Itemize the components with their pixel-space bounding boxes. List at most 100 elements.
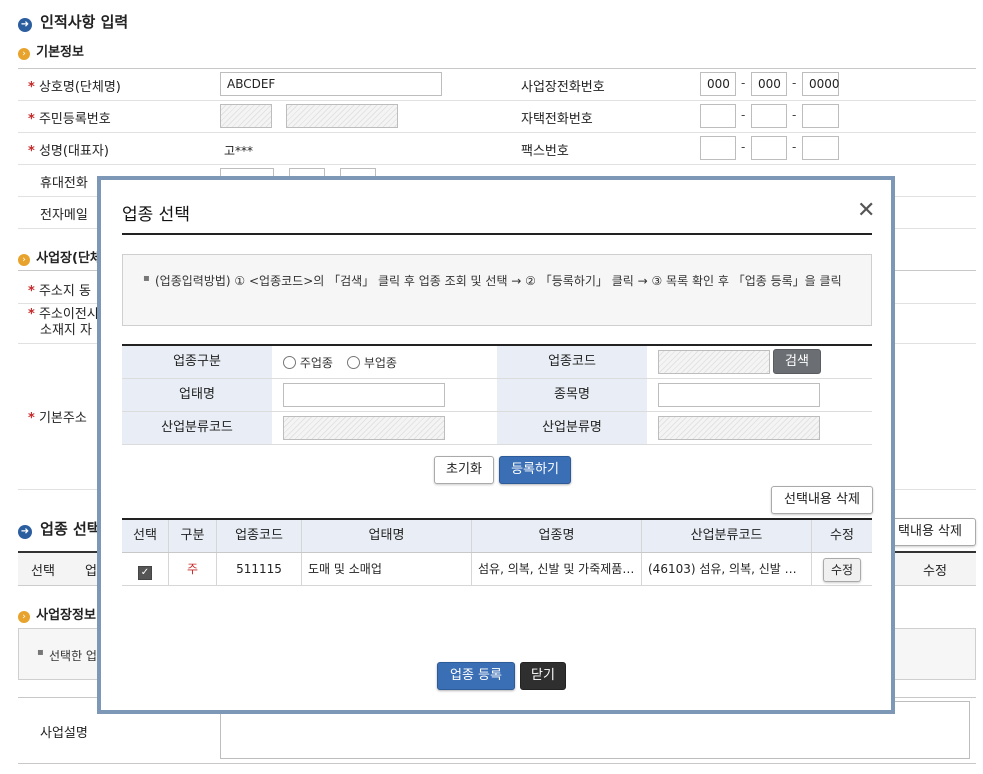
biz-phone-label: 사업장전화번호 — [521, 80, 605, 95]
home-phone-2-input[interactable] — [751, 104, 787, 128]
radio-main-option[interactable]: 주업종 — [283, 354, 333, 371]
page-header: ➜ 인적사항 입력 — [18, 11, 128, 32]
home-phone-label: 자택전화번호 — [521, 112, 593, 127]
item-label: 종목명 — [497, 379, 647, 411]
label-text: 주소이전시 — [38, 307, 99, 322]
submit-industry-button[interactable]: 업종 등록 — [437, 662, 515, 690]
home-phone-3-input[interactable] — [802, 104, 839, 128]
bullet-dot-icon: › — [18, 611, 30, 623]
biz-phone-3-input[interactable]: 0000 — [802, 72, 840, 96]
item-input[interactable] — [658, 383, 820, 407]
radio-main-label: 주업종 — [299, 356, 333, 370]
radio-icon[interactable] — [347, 356, 360, 369]
notice-bullet: ▪ — [37, 647, 44, 658]
basic-info-header: › 기본정보 — [18, 41, 84, 60]
name-label: * 성명(대표자) — [28, 144, 109, 159]
label-text: 주민등록번호 — [38, 112, 111, 127]
home-phone-1-input[interactable] — [700, 104, 736, 128]
form-row: 산업분류코드 산업분류명 — [122, 412, 872, 445]
industry-code-input[interactable] — [658, 350, 770, 374]
industry-select-modal: 업종 선택 ✕ ▪ (업종입력방법) ① <업종코드>의 「검색」 클릭 후 업… — [97, 176, 895, 714]
resident-no-back-input[interactable] — [286, 104, 398, 128]
industry-section-header: ➜ 업종 선택 — [18, 518, 101, 539]
table-row: ✓ 주 511115 도매 및 소매업 섬유, 의복, 신발 및 가죽제품 도매… — [122, 553, 872, 586]
industry-section-title: 업종 선택 — [40, 520, 101, 538]
grid-header-cell: 수정 — [830, 528, 854, 543]
biz-type-input[interactable] — [283, 383, 445, 407]
arrow-circle-icon: ➜ — [18, 18, 32, 32]
biz-info-title: 사업장정보 — [36, 608, 96, 623]
grid-header-cell: 산업분류코드 — [642, 520, 812, 552]
label-text: 기본주소 — [38, 411, 87, 426]
basic-info-title: 기본정보 — [36, 45, 84, 60]
checkbox-checked-icon[interactable]: ✓ — [138, 566, 152, 580]
biz-type-label: 업태명 — [122, 379, 272, 411]
grid-header: 선택 구분 업종코드 업태명 업종명 산업분류코드 수정 — [122, 520, 872, 553]
grid-header-partial: 업 — [85, 564, 97, 579]
row-edit-cell: 수정 — [812, 553, 872, 585]
label-text: 성명(대표자) — [38, 144, 109, 159]
grid-header-select: 선택 — [31, 564, 55, 579]
row-ind-code-cell: (46103) 섬유, 의복, 신발 및 가죽제품 중개업 — [642, 553, 812, 585]
radio-sub-option[interactable]: 부업종 — [347, 354, 397, 371]
phone-separator: - — [792, 108, 797, 122]
biz-info-notice-text: 선택한 업 — [49, 649, 97, 663]
biz-phone-1-input[interactable]: 000 — [700, 72, 736, 96]
phone-separator: - — [792, 76, 797, 90]
row-biz-type-cell: 도매 및 소매업 — [302, 553, 472, 585]
grid-header-cell: 업태명 — [302, 520, 472, 552]
biz-info-header: › 사업장정보 — [18, 604, 96, 623]
radio-sub-label: 부업종 — [363, 356, 397, 370]
search-button[interactable]: 검색 — [773, 349, 821, 374]
row-code-cell: 511115 — [217, 553, 302, 585]
resident-no-front-input[interactable] — [220, 104, 272, 128]
fax-label: 팩스번호 — [521, 144, 569, 159]
label-text: 상호명(단체명) — [38, 80, 121, 95]
arrow-circle-icon: ➜ — [18, 525, 32, 539]
code-label: 업종코드 — [497, 346, 647, 378]
fax-2-input[interactable] — [751, 136, 787, 160]
address-move-label: * 주소지 동 — [28, 284, 91, 299]
ind-name-input[interactable] — [658, 416, 820, 440]
delete-selected-button-bg[interactable]: 택내용 삭제 — [884, 518, 976, 546]
form-row: 업태명 종목명 — [122, 379, 872, 412]
close-icon[interactable]: ✕ — [857, 198, 875, 223]
bullet-dot-icon: › — [18, 48, 30, 60]
radio-icon[interactable] — [283, 356, 296, 369]
address-move2-label: * 주소이전시 소재지 자 — [28, 307, 99, 338]
page-title: 인적사항 입력 — [40, 13, 129, 31]
ind-code-label: 산업분류코드 — [122, 412, 272, 444]
modal-notice-text: (업종입력방법) ① <업종코드>의 「검색」 클릭 후 업종 조회 및 선택 … — [155, 274, 842, 288]
label-text: 소재지 자 — [40, 323, 92, 338]
reset-button[interactable]: 초기화 — [434, 456, 494, 484]
modal-form-table: 업종구분 주업종 부업종 업종코드 검색 업태명 종목명 산업분류코드 산업분류… — [122, 344, 872, 445]
resident-no-label: * 주민등록번호 — [28, 112, 111, 127]
grid-header-edit: 수정 — [923, 564, 947, 579]
bullet-dot-icon: › — [18, 254, 30, 266]
biz-section-header: › 사업장(단체 — [18, 247, 102, 266]
company-name-input[interactable]: ABCDEF — [220, 72, 442, 96]
biz-phone-2-input[interactable]: 000 — [751, 72, 787, 96]
ind-code-input[interactable] — [283, 416, 445, 440]
label-text: 주소지 동 — [38, 284, 91, 299]
fax-3-input[interactable] — [802, 136, 839, 160]
notice-bullet: ▪ — [143, 273, 150, 284]
basic-address-label: * 기본주소 — [28, 411, 87, 426]
company-name-label: * 상호명(단체명) — [28, 80, 121, 95]
grid-header-cell: 선택 — [122, 520, 169, 552]
phone-separator: - — [741, 140, 746, 154]
grid-header-cell: 구분 — [169, 520, 217, 552]
fax-1-input[interactable] — [700, 136, 736, 160]
close-button[interactable]: 닫기 — [520, 662, 566, 690]
grid-header-cell: 업종명 — [472, 520, 642, 552]
edit-button[interactable]: 수정 — [823, 557, 861, 582]
modal-notice-box: ▪ (업종입력방법) ① <업종코드>의 「검색」 클릭 후 업종 조회 및 선… — [122, 254, 872, 326]
modal-title-rule — [122, 233, 872, 235]
register-button[interactable]: 등록하기 — [499, 456, 571, 484]
mobile-label: 휴대전화 — [40, 176, 88, 191]
row-industry-cell: 섬유, 의복, 신발 및 가죽제품 도매업 — [472, 553, 642, 585]
phone-separator: - — [741, 76, 746, 90]
delete-selected-button[interactable]: 선택내용 삭제 — [771, 486, 873, 514]
type-label: 업종구분 — [122, 346, 272, 378]
form-row: 업종구분 주업종 부업종 업종코드 검색 — [122, 346, 872, 379]
